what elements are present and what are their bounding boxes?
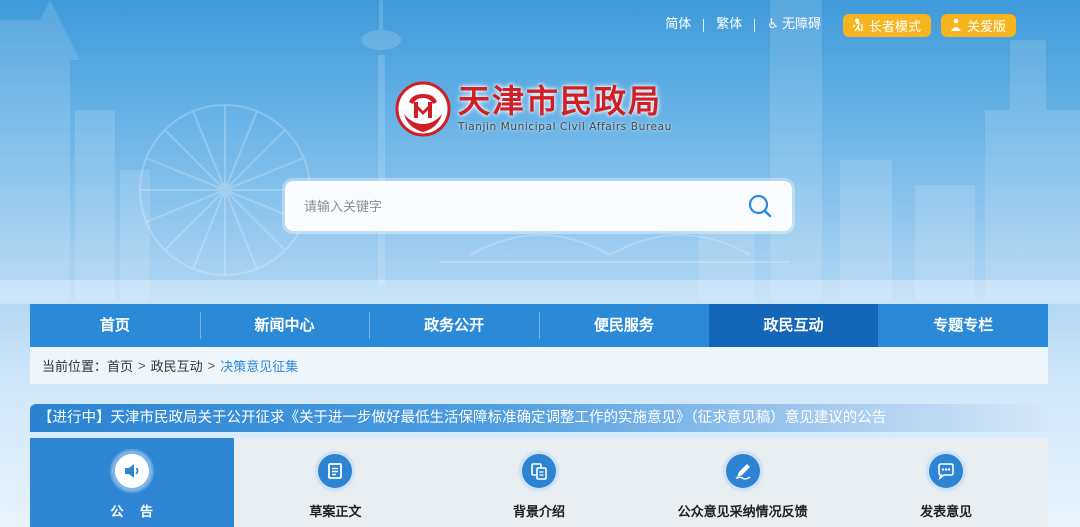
nav-item-interaction[interactable]: 政民互动 <box>708 304 879 347</box>
tab-icon-circle <box>926 451 967 491</box>
chat-icon <box>938 463 954 481</box>
top-links-bar: 简体 繁体 ♿ 无障碍 长者模式 关爱版 <box>653 13 1016 37</box>
search-input[interactable] <box>304 194 724 218</box>
wheelchair-icon: ♿ <box>767 17 779 32</box>
accessibility-link[interactable]: ♿ 无障碍 <box>755 13 833 37</box>
site-title: 天津市民政局 <box>458 82 663 120</box>
main-nav: 首页 新闻中心 政务公开 便民服务 政民互动 专题专栏 <box>30 304 1048 347</box>
site-subtitle: Tianjin Municipal Civil Affairs Bureau <box>458 121 672 133</box>
breadcrumb-prefix: 当前位置： <box>42 359 108 374</box>
tab-icon-circle <box>518 451 559 491</box>
divider <box>754 18 756 32</box>
tab-announcement[interactable]: 公 告 <box>30 438 234 527</box>
notice-title-bar[interactable]: 【进行中】天津市民政局关于公开征求《关于进一步做好最低生活保障标准确定调整工作的… <box>30 404 1048 432</box>
nav-item-services[interactable]: 便民服务 <box>539 304 709 347</box>
nav-item-home[interactable]: 首页 <box>30 304 200 347</box>
files-icon <box>531 463 547 480</box>
simplified-chinese-link[interactable]: 简体 <box>653 13 703 37</box>
tab-label: 发表意见 <box>920 505 973 520</box>
nav-item-gov-affairs[interactable]: 政务公开 <box>369 304 539 347</box>
document-icon <box>328 463 343 479</box>
pen-icon <box>735 464 750 480</box>
tab-label: 公 告 <box>110 505 160 520</box>
care-mode-button[interactable]: 关爱版 <box>940 13 1016 37</box>
nav-item-news[interactable]: 新闻中心 <box>199 304 370 347</box>
breadcrumb-current[interactable]: 决策意见征集 <box>220 356 298 375</box>
tab-icon-circle <box>315 451 356 491</box>
tab-label: 公众意见采纳情况反馈 <box>677 505 808 520</box>
breadcrumb-interaction-link[interactable]: 政民互动 <box>151 356 203 375</box>
breadcrumb-home-link[interactable]: 首页 <box>107 356 133 375</box>
site-logo[interactable]: 天津市民政局 Tianjin Municipal Civil Affairs B… <box>394 80 694 142</box>
search-icon[interactable] <box>747 193 773 219</box>
accessibility-label: 无障碍 <box>781 17 821 32</box>
elder-mode-label: 长者模式 <box>868 19 921 35</box>
breadcrumb-separator: > <box>138 358 146 373</box>
elder-mode-button[interactable]: 长者模式 <box>842 13 931 37</box>
tab-icon-circle <box>722 451 763 491</box>
breadcrumb: 当前位置： 首页 > 政民互动 > 决策意见征集 <box>30 347 1048 384</box>
tab-feedback[interactable]: 公众意见采纳情况反馈 <box>641 438 845 527</box>
civil-affairs-emblem-icon <box>395 81 451 137</box>
breadcrumb-separator: > <box>207 358 216 373</box>
tab-label: 背景介绍 <box>512 505 565 520</box>
tab-submit-opinion[interactable]: 发表意见 <box>844 438 1048 527</box>
elder-icon <box>852 18 863 32</box>
tab-label: 草案正文 <box>309 505 362 520</box>
search-box <box>285 181 792 231</box>
tab-draft-text[interactable]: 草案正文 <box>234 438 438 527</box>
speaker-icon <box>124 464 139 478</box>
tab-background[interactable]: 背景介绍 <box>437 438 641 527</box>
nav-item-special-topics[interactable]: 专题专栏 <box>878 304 1048 347</box>
care-icon <box>950 18 961 31</box>
care-mode-label: 关爱版 <box>966 19 1006 35</box>
tab-icon-circle <box>111 451 152 491</box>
divider <box>703 18 705 32</box>
consultation-tabs: 公 告 草案正文 背景介绍 公众意见采纳情况反馈 发表意见 <box>30 438 1048 527</box>
traditional-chinese-link[interactable]: 繁体 <box>704 13 754 37</box>
